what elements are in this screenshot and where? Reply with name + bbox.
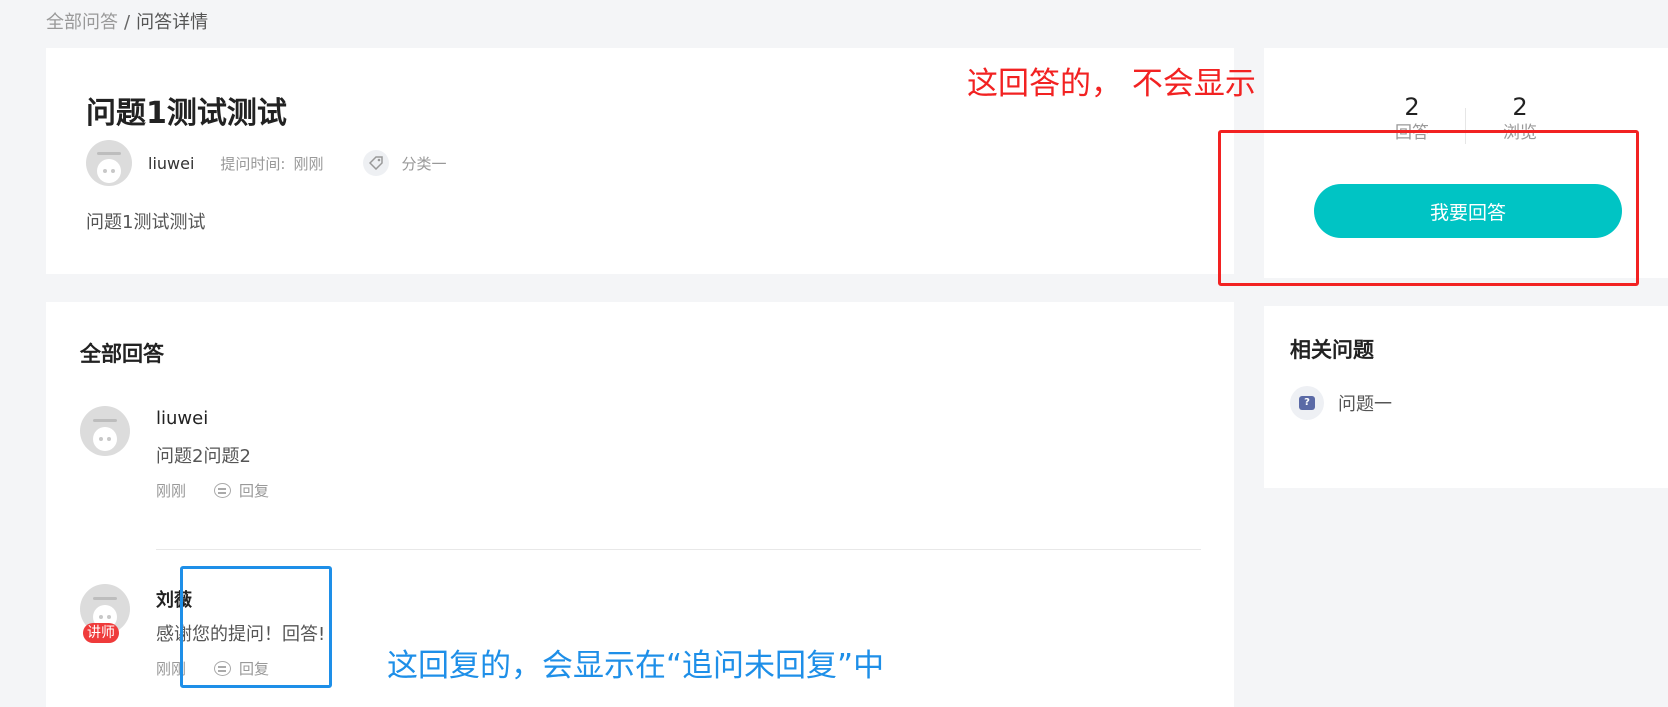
answer-divider xyxy=(156,549,1201,550)
breadcrumb-separator: / xyxy=(124,12,131,33)
answer-author[interactable]: liuwei xyxy=(156,408,208,429)
annotation-blue-text: 这回复的，会显示在“追问未回复”中 xyxy=(387,648,885,684)
answer-footer: 刚刚 回复 xyxy=(156,480,269,501)
answer-text: 问题2问题2 xyxy=(156,446,251,467)
related-section-title: 相关问题 xyxy=(1290,338,1374,362)
annotation-blue-box xyxy=(180,566,332,688)
question-time-label: 提问时间: xyxy=(220,154,286,173)
reply-icon[interactable] xyxy=(214,483,232,498)
related-question-item[interactable]: ? 问题一 xyxy=(1290,386,1392,420)
question-category[interactable]: 分类一 xyxy=(401,153,446,174)
question-body: 问题1测试测试 xyxy=(86,212,206,233)
answers-count: 2 xyxy=(1404,93,1420,121)
answers-section-title: 全部回答 xyxy=(80,342,164,366)
annotation-red-box xyxy=(1218,130,1639,286)
annotation-red-text: 这回答的， 不会显示 xyxy=(967,66,1256,102)
avatar[interactable] xyxy=(86,140,132,186)
question-icon: ? xyxy=(1290,386,1324,420)
tag-icon xyxy=(363,150,390,176)
question-title: 问题1测试测试 xyxy=(86,96,287,131)
answer-item: liuwei 问题2问题2 刚刚 回复 xyxy=(80,406,1200,500)
question-author[interactable]: liuwei xyxy=(148,154,194,173)
breadcrumb-root-link[interactable]: 全部问答 xyxy=(46,12,118,33)
question-time: 刚刚 xyxy=(293,154,324,173)
related-question-text[interactable]: 问题一 xyxy=(1338,390,1392,416)
lecturer-badge: 讲师 xyxy=(83,623,119,643)
avatar[interactable] xyxy=(80,406,130,456)
answer-time: 刚刚 xyxy=(156,482,187,500)
breadcrumb: 全部问答 / 问答详情 xyxy=(46,8,208,34)
question-meta: liuwei 提问时间: 刚刚 分类一 xyxy=(86,140,447,186)
views-count: 2 xyxy=(1512,93,1528,121)
breadcrumb-current: 问答详情 xyxy=(136,12,209,33)
reply-button[interactable]: 回复 xyxy=(239,480,269,501)
related-card: 相关问题 ? 问题一 xyxy=(1264,306,1668,488)
